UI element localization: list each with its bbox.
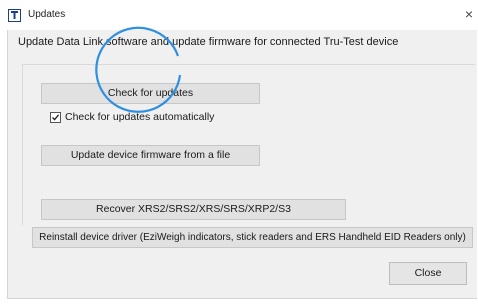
- close-icon[interactable]: ×: [461, 5, 477, 23]
- update-firmware-button[interactable]: Update device firmware from a file: [41, 145, 260, 166]
- check-for-updates-button[interactable]: Check for updates: [41, 83, 260, 104]
- updates-dialog: Updates × Update Data Link software and …: [0, 0, 478, 305]
- auto-check-label: Check for updates automatically: [65, 111, 215, 123]
- header-text: Update Data Link software and update fir…: [18, 36, 399, 48]
- window-title: Updates: [28, 9, 66, 20]
- tru-test-app-icon: [8, 9, 21, 22]
- title-bar: Updates ×: [0, 0, 478, 30]
- reinstall-driver-button[interactable]: Reinstall device driver (EziWeigh indica…: [32, 227, 473, 248]
- recover-device-button[interactable]: Recover XRS2/SRS2/XRS/SRS/XRP2/S3: [41, 199, 346, 220]
- close-button[interactable]: Close: [389, 262, 467, 285]
- auto-check-checkbox[interactable]: [50, 112, 61, 123]
